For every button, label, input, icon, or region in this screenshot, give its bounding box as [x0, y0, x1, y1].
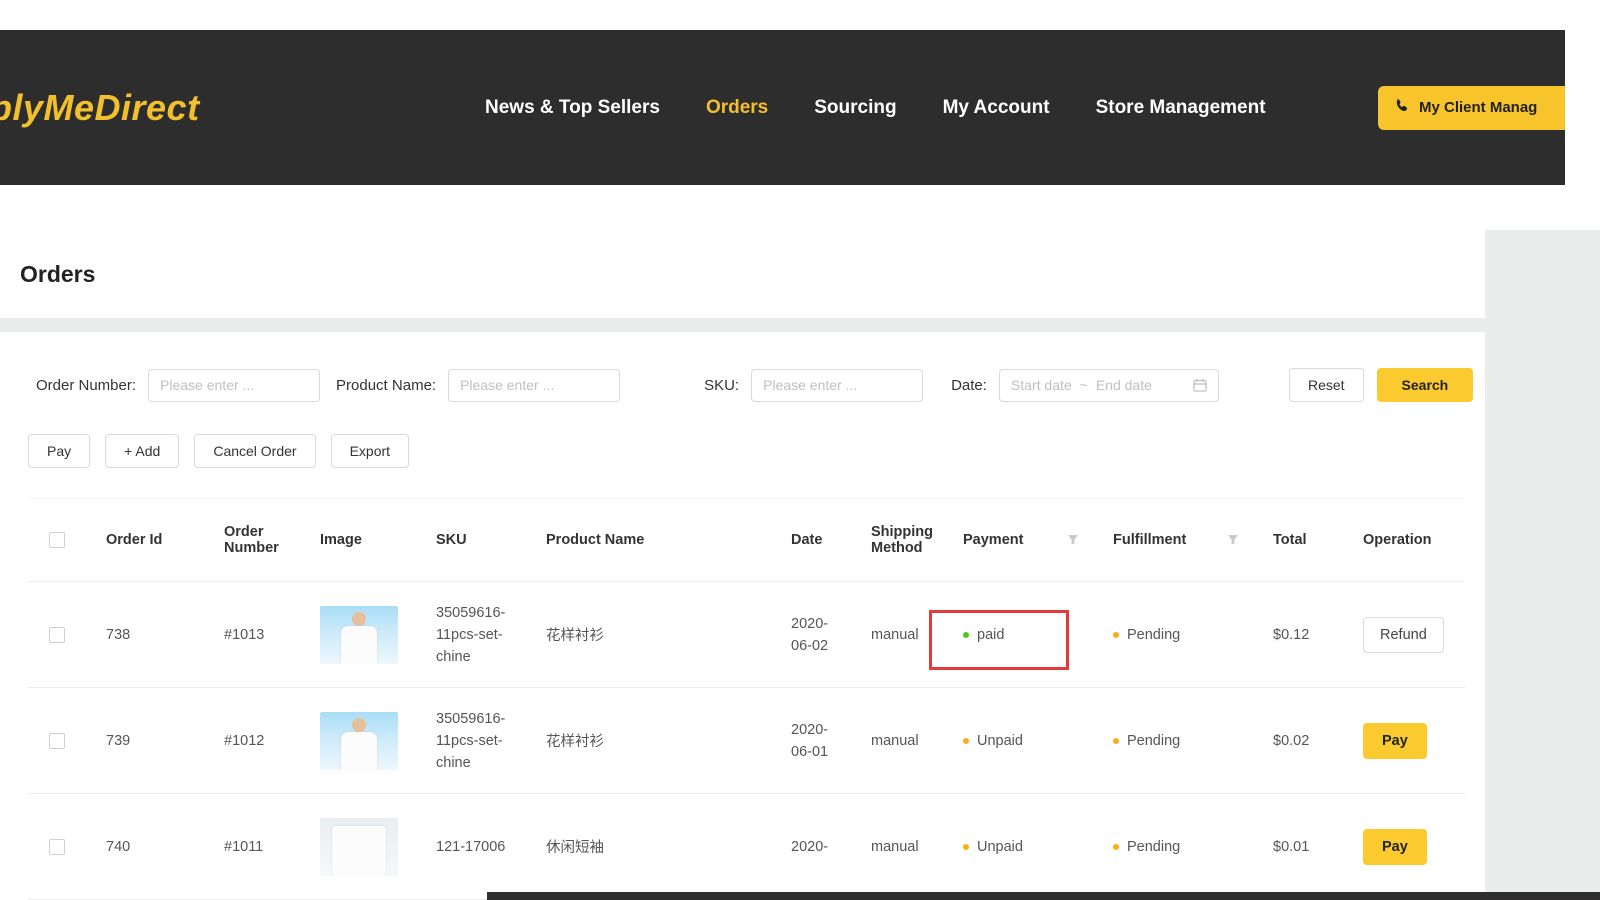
payment-status: Unpaid — [977, 839, 1023, 855]
fulfillment-status: Pending — [1127, 733, 1180, 749]
product-name-label: Product Name: — [336, 377, 436, 394]
payment-status: paid — [977, 627, 1004, 643]
header-shipping-method: Shipping Method — [851, 524, 943, 556]
order-number-input[interactable] — [148, 369, 320, 402]
date-label: Date: — [951, 377, 987, 394]
row-pay-button[interactable]: Pay — [1363, 723, 1427, 759]
header-order-id: Order Id — [86, 532, 204, 548]
bottom-dark-strip — [487, 892, 1600, 900]
header-total: Total — [1253, 532, 1343, 548]
total-value: $0.12 — [1253, 627, 1343, 643]
date-value: 2020- 06-01 — [771, 719, 851, 763]
search-button[interactable]: Search — [1377, 368, 1474, 402]
nav-item-orders[interactable]: Orders — [706, 97, 768, 119]
main-nav: News & Top Sellers Orders Sourcing My Ac… — [485, 30, 1266, 185]
add-button[interactable]: + Add — [105, 434, 179, 468]
end-date-placeholder: End date — [1096, 377, 1152, 393]
nav-item-my-account[interactable]: My Account — [943, 97, 1050, 119]
header-operation: Operation — [1343, 532, 1465, 548]
total-value: $0.01 — [1253, 839, 1343, 855]
order-number-label: Order Number: — [36, 377, 136, 394]
order-number: #1012 — [204, 733, 300, 749]
fulfillment-filter-icon[interactable] — [1227, 534, 1239, 546]
row-checkbox[interactable] — [49, 733, 65, 749]
sku-value: 121-17006 — [416, 836, 526, 858]
fulfillment-status: Pending — [1127, 627, 1180, 643]
shipping-method-value: manual — [851, 839, 943, 855]
main-header: plyMeDirect News & Top Sellers Orders So… — [0, 30, 1565, 185]
export-button[interactable]: Export — [331, 434, 409, 468]
brand-logo[interactable]: plyMeDirect — [0, 87, 200, 129]
product-name-value: 花样衬衫 — [526, 730, 771, 751]
date-value: 2020- — [771, 836, 851, 858]
product-name-value: 花样衬衫 — [526, 624, 771, 645]
total-value: $0.02 — [1253, 733, 1343, 749]
header-date: Date — [771, 532, 851, 548]
payment-status-dot — [963, 632, 969, 638]
header-image: Image — [300, 532, 416, 548]
nav-item-store-management[interactable]: Store Management — [1096, 97, 1266, 119]
product-image[interactable] — [320, 712, 398, 770]
fulfillment-status-dot — [1113, 632, 1119, 638]
order-id: 738 — [86, 627, 204, 643]
select-all-checkbox[interactable] — [49, 532, 65, 548]
fulfillment-status: Pending — [1127, 839, 1180, 855]
header-sku: SKU — [416, 532, 526, 548]
payment-filter-icon[interactable] — [1067, 534, 1079, 546]
page-title: Orders — [20, 261, 95, 288]
table-row: 738 #1013 35059616- 11pcs-set- chine 花样衬… — [28, 582, 1465, 688]
table-header-row: Order Id Order Number Image SKU Product … — [28, 498, 1465, 582]
sku-input[interactable] — [751, 369, 923, 402]
order-id: 739 — [86, 733, 204, 749]
reset-button[interactable]: Reset — [1289, 368, 1364, 402]
order-number: #1011 — [204, 839, 300, 855]
start-date-placeholder: Start date — [1011, 377, 1072, 393]
nav-item-news[interactable]: News & Top Sellers — [485, 97, 660, 119]
payment-status: Unpaid — [977, 733, 1023, 749]
refund-button[interactable]: Refund — [1363, 617, 1444, 653]
calendar-icon — [1193, 378, 1207, 392]
my-client-manager-button[interactable]: My Client Manag — [1378, 86, 1565, 130]
orders-table: Order Id Order Number Image SKU Product … — [28, 498, 1465, 900]
header-order-number: Order Number — [204, 524, 300, 556]
sku-value: 35059616- 11pcs-set- chine — [416, 602, 526, 668]
fulfillment-status-dot — [1113, 738, 1119, 744]
page-title-card: Orders — [0, 230, 1485, 318]
filters-bar: Order Number: Product Name: SKU: Date: S… — [0, 368, 1485, 402]
date-value: 2020- 06-02 — [771, 613, 851, 657]
row-checkbox[interactable] — [49, 627, 65, 643]
header-payment: Payment — [963, 532, 1023, 548]
row-checkbox[interactable] — [49, 839, 65, 855]
order-number: #1013 — [204, 627, 300, 643]
shipping-method-value: manual — [851, 733, 943, 749]
header-fulfillment: Fulfillment — [1113, 532, 1186, 548]
table-row: 739 #1012 35059616- 11pcs-set- chine 花样衬… — [28, 688, 1465, 794]
fulfillment-status-dot — [1113, 844, 1119, 850]
header-product-name: Product Name — [526, 532, 771, 548]
date-range-picker[interactable]: Start date ~ End date — [999, 369, 1219, 402]
date-separator: ~ — [1080, 377, 1088, 393]
payment-status-dot — [963, 738, 969, 744]
shipping-method-value: manual — [851, 627, 943, 643]
product-image[interactable] — [320, 606, 398, 664]
product-name-value: 休闲短袖 — [526, 836, 771, 857]
actions-toolbar: Pay + Add Cancel Order Export — [0, 434, 1485, 468]
orders-panel: Order Number: Product Name: SKU: Date: S… — [0, 332, 1485, 900]
sku-value: 35059616- 11pcs-set- chine — [416, 708, 526, 774]
cancel-order-button[interactable]: Cancel Order — [194, 434, 315, 468]
table-row: 740 #1011 121-17006 休闲短袖 2020- manual Un… — [28, 794, 1465, 900]
row-pay-button[interactable]: Pay — [1363, 829, 1427, 865]
product-image[interactable] — [320, 818, 398, 876]
order-id: 740 — [86, 839, 204, 855]
product-name-input[interactable] — [448, 369, 620, 402]
my-client-manager-label: My Client Manag — [1419, 99, 1537, 116]
sku-label: SKU: — [704, 377, 739, 394]
pay-button[interactable]: Pay — [28, 434, 90, 468]
phone-icon — [1394, 98, 1410, 118]
top-strip — [0, 0, 1600, 30]
nav-item-sourcing[interactable]: Sourcing — [814, 97, 896, 119]
payment-status-dot — [963, 844, 969, 850]
page-content: Orders Order Number: Product Name: SKU: … — [0, 230, 1600, 900]
